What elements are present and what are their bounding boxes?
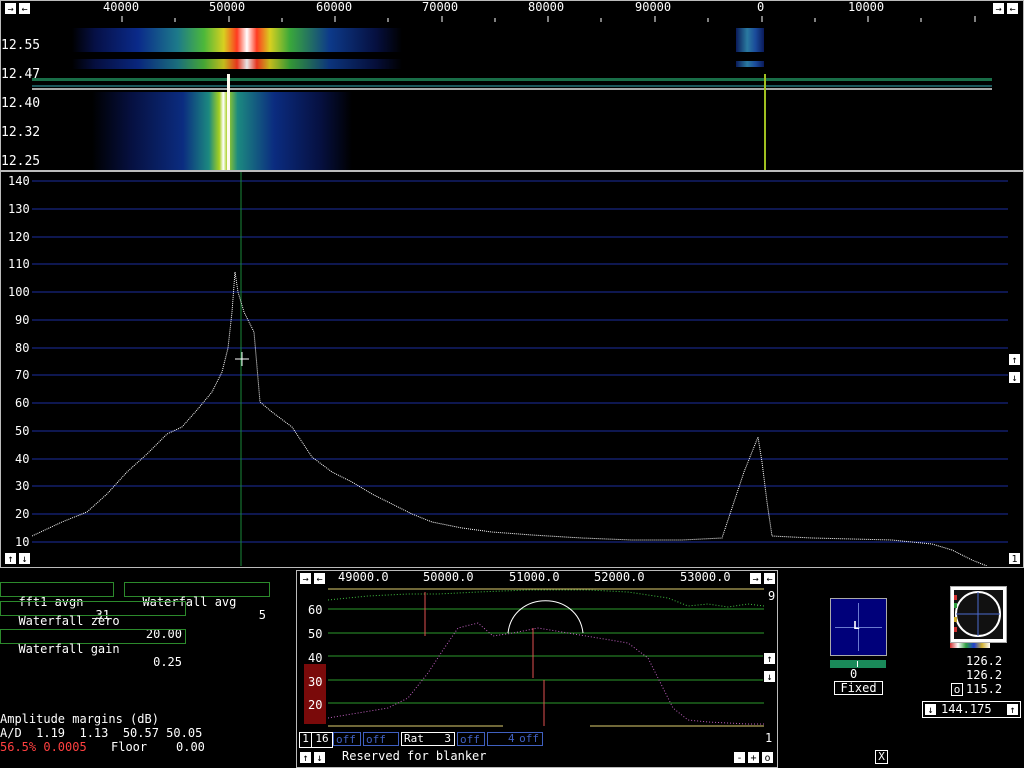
spectrum-y-axis: 140 130 120 110 100 90 80 70 60 50 40 30… bbox=[0, 172, 32, 552]
axis-tick-label: 0 bbox=[757, 0, 765, 14]
frequency-frame bbox=[922, 701, 1021, 718]
scope-color-strip bbox=[950, 643, 990, 648]
waterfall-gain-label: Waterfall gain bbox=[18, 642, 120, 656]
s-meter-label-L: L bbox=[853, 619, 860, 632]
scope-o-button[interactable]: o bbox=[951, 683, 963, 696]
baseband-right-bottom-label: 1 bbox=[765, 731, 773, 745]
close-button[interactable]: X bbox=[875, 750, 888, 764]
cpu-load-readout: 56.5% 0.0005 bbox=[0, 740, 87, 754]
baseband-tick-label: 53000.0 bbox=[680, 570, 731, 584]
baseband-red-bar bbox=[304, 664, 326, 724]
baseband-btn-16[interactable]: 16 bbox=[311, 732, 333, 748]
baseband-down-small-button[interactable]: ↓ bbox=[313, 751, 326, 764]
rat-label: Rat bbox=[404, 732, 424, 745]
y-axis-label: 60 bbox=[15, 396, 30, 410]
waterfall-zero-label: Waterfall zero bbox=[18, 614, 120, 628]
y-axis-label: 140 bbox=[8, 174, 30, 188]
toggle-off-3[interactable]: off bbox=[457, 732, 485, 746]
axis-tick-label: 80000 bbox=[528, 0, 565, 14]
toggle-off-1[interactable]: off bbox=[333, 732, 361, 746]
y-axis-label: 30 bbox=[15, 479, 30, 493]
s-meter: L bbox=[830, 598, 887, 656]
waterfall-gain-control[interactable]: Waterfall gain 0.25 bbox=[0, 629, 186, 669]
reserved-blanker-text: Reserved for blanker bbox=[342, 749, 487, 763]
spectrum-plot[interactable] bbox=[32, 172, 1008, 566]
baseband-up-small-button[interactable]: ↑ bbox=[299, 751, 312, 764]
baseband-right-top-label: 9 bbox=[768, 589, 776, 603]
baseband-y-label: 40 bbox=[308, 651, 323, 665]
baseband-tick-label: 52000.0 bbox=[594, 570, 645, 584]
baseband-plot[interactable] bbox=[328, 588, 764, 730]
baseband-y-label: 20 bbox=[308, 698, 323, 712]
phase-scope bbox=[950, 586, 1007, 643]
baseband-y-label: 50 bbox=[308, 627, 323, 641]
spectrum-zoom-out-button[interactable]: ↓ bbox=[18, 552, 31, 565]
waterfall-gain-value: 0.25 bbox=[153, 655, 182, 669]
y-axis-label: 80 bbox=[15, 341, 30, 355]
axis-tick-label: 40000 bbox=[103, 0, 140, 14]
axis-tick-label: 60000 bbox=[316, 0, 353, 14]
baseband-y-label: 60 bbox=[308, 603, 323, 617]
toggle-off-4-label: off bbox=[519, 732, 539, 745]
waterfall-zero-control[interactable]: Waterfall zero 20.00 bbox=[0, 601, 186, 641]
baseband-tick-label: 49000.0 bbox=[338, 570, 389, 584]
baseband-down-button[interactable]: ↓ bbox=[763, 670, 776, 683]
y-axis-label: 70 bbox=[15, 368, 30, 382]
spectrum-scroll-up-button[interactable]: ↑ bbox=[1008, 353, 1021, 366]
y-axis-label: 50 bbox=[15, 424, 30, 438]
baseband-y-label: 30 bbox=[308, 675, 323, 689]
axis-tick-label: 50000 bbox=[209, 0, 246, 14]
ad-levels-readout: A/D 1.19 1.13 50.57 50.05 bbox=[0, 726, 203, 740]
y-axis-label: 120 bbox=[8, 230, 30, 244]
baseband-tick-label: 51000.0 bbox=[509, 570, 560, 584]
toggle-off-4[interactable]: 4 off bbox=[487, 732, 543, 746]
baseband-frequency-axis: 49000.0 50000.0 51000.0 52000.0 53000.0 bbox=[328, 570, 748, 586]
scope-value-3: 115.2 bbox=[966, 682, 1003, 696]
baseband-right2-button[interactable]: → bbox=[749, 572, 762, 585]
y-axis-label: 10 bbox=[15, 535, 30, 549]
y-axis-label: 130 bbox=[8, 202, 30, 216]
baseband-minus-button[interactable]: - bbox=[733, 751, 746, 764]
y-axis-label: 110 bbox=[8, 257, 30, 271]
phase-scope-graphic bbox=[954, 590, 1003, 639]
y-axis-label: 100 bbox=[8, 285, 30, 299]
waterfall-display[interactable] bbox=[32, 26, 992, 170]
s-meter-level-bar bbox=[830, 660, 886, 668]
scope-value-2: 126.2 bbox=[966, 668, 1003, 682]
spectrum-one-button[interactable]: 1 bbox=[1008, 552, 1021, 565]
axis-tick-label: 70000 bbox=[422, 0, 459, 14]
axis-tick-label: 10000 bbox=[848, 0, 885, 14]
baseband-tick-label: 50000.0 bbox=[423, 570, 474, 584]
toggle-off-4-value: 4 bbox=[508, 732, 515, 745]
amplitude-margins-heading: Amplitude margins (dB) bbox=[0, 712, 159, 726]
baseband-left2-button[interactable]: ← bbox=[763, 572, 776, 585]
floor-label: Floor bbox=[111, 740, 148, 754]
rat-value: 3 bbox=[444, 732, 451, 745]
frequency-axis-ticks bbox=[121, 16, 976, 22]
baseband-plus-button[interactable]: + bbox=[747, 751, 760, 764]
spectrum-scroll-down-button[interactable]: ↓ bbox=[1008, 371, 1021, 384]
rat-control[interactable]: Rat 3 bbox=[401, 732, 455, 746]
scope-value-1: 126.2 bbox=[966, 654, 1003, 668]
toggle-off-2[interactable]: off bbox=[363, 732, 399, 746]
spectrum-zoom-in-button[interactable]: ↑ bbox=[4, 552, 17, 565]
y-axis-label: 20 bbox=[15, 507, 30, 521]
axis-tick-label: 90000 bbox=[635, 0, 672, 14]
fft1-avgn-control[interactable]: fft1 avgn 31 bbox=[0, 582, 114, 622]
y-axis-label: 90 bbox=[15, 313, 30, 327]
baseband-right-button[interactable]: → bbox=[299, 572, 312, 585]
baseband-o-button[interactable]: o bbox=[761, 751, 774, 764]
s-meter-value: 0 bbox=[850, 667, 858, 681]
waterfall-avg-value: 5 bbox=[258, 608, 266, 622]
y-axis-label: 40 bbox=[15, 452, 30, 466]
floor-value: 0.00 bbox=[176, 740, 205, 754]
waterfall-avg-control[interactable]: Waterfall avg 5 bbox=[124, 582, 270, 622]
baseband-left-button[interactable]: ← bbox=[313, 572, 326, 585]
baseband-up-button[interactable]: ↑ bbox=[763, 652, 776, 665]
fixed-button[interactable]: Fixed bbox=[834, 681, 883, 695]
